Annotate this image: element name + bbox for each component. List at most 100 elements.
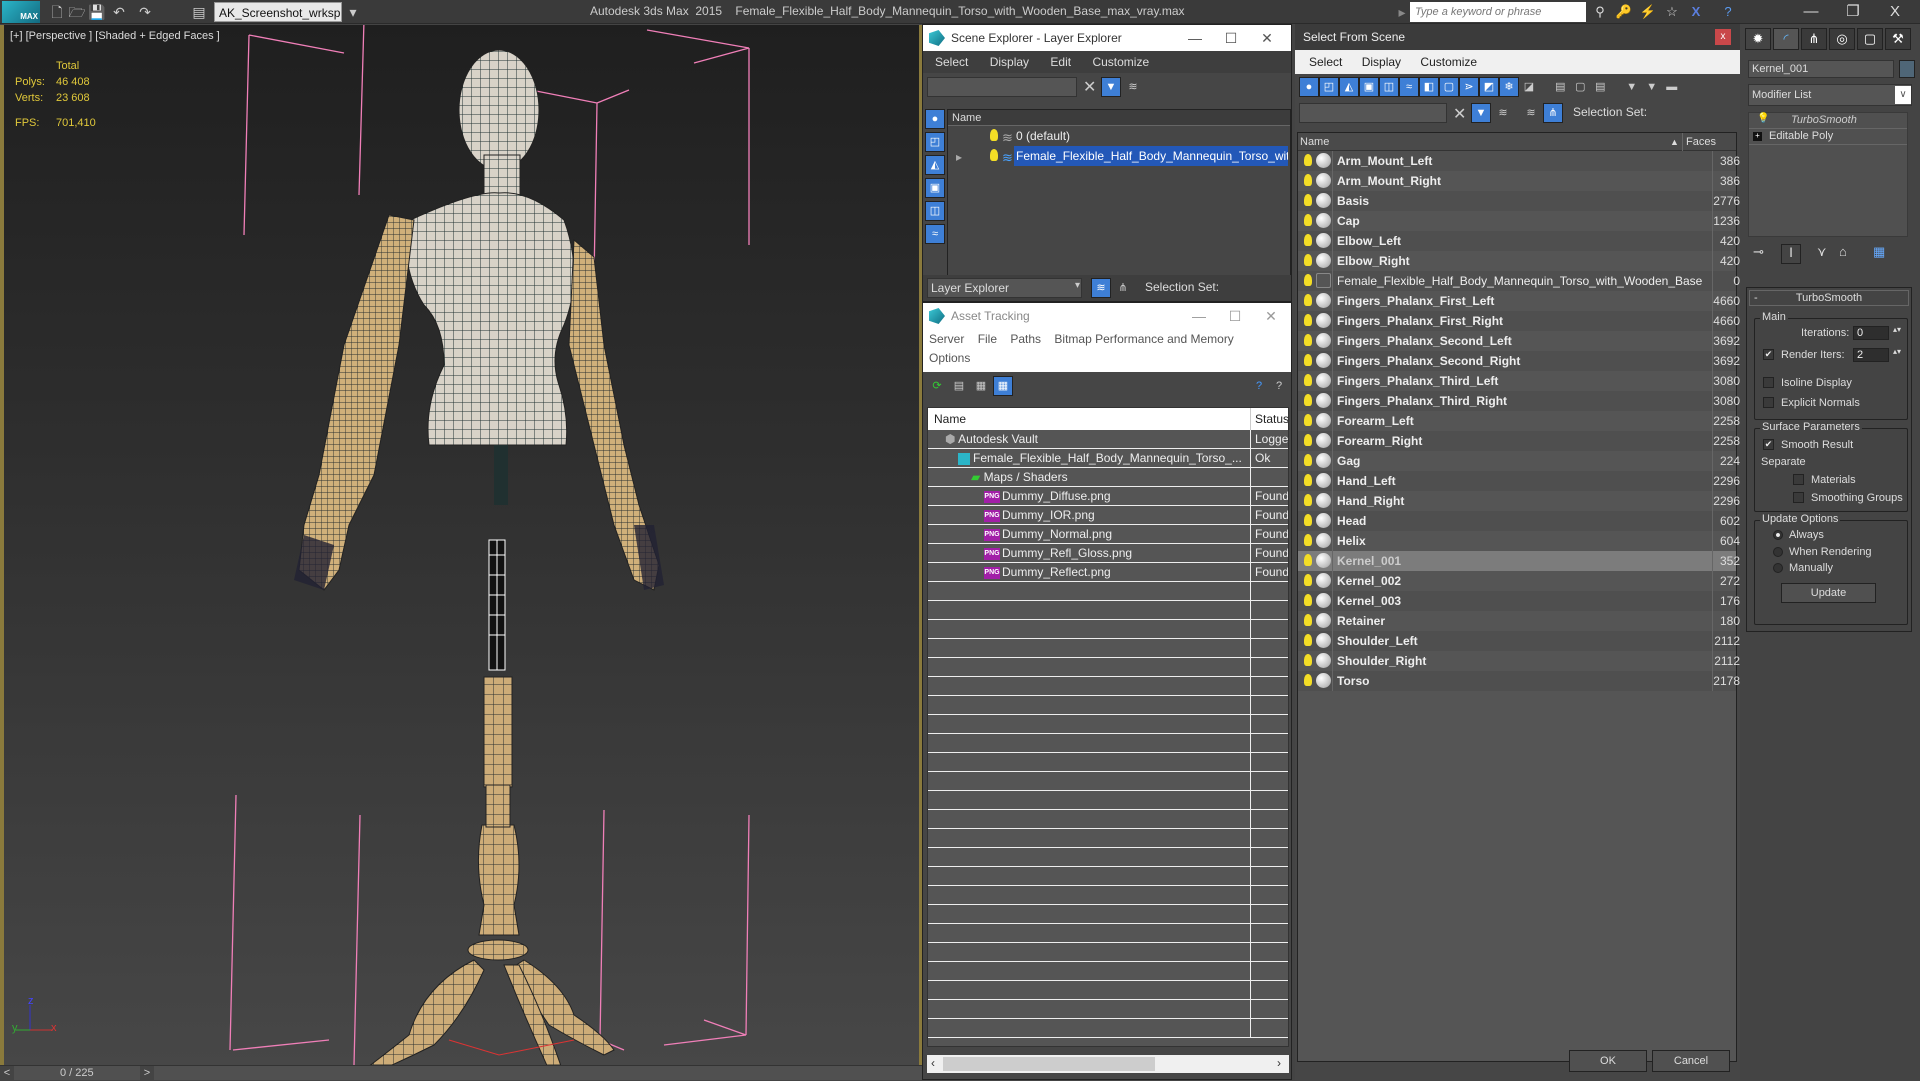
menu-edit[interactable]: Edit (1050, 55, 1071, 69)
hierarchy-tab-icon[interactable]: ⋔ (1801, 28, 1827, 50)
lightbulb-icon[interactable] (1304, 234, 1312, 246)
sort-by-layer-icon[interactable]: ≋ (1091, 278, 1111, 298)
lightbulb-icon[interactable] (1304, 494, 1312, 506)
cancel-button[interactable]: Cancel (1652, 1050, 1730, 1072)
select-from-scene-titlebar[interactable]: Select From Scene x (1295, 24, 1740, 50)
scene-explorer-search-input[interactable] (927, 77, 1077, 97)
filter-icon[interactable]: ▼ (1101, 77, 1121, 97)
redo-icon[interactable]: ↷ (136, 3, 154, 21)
scene-explorer-titlebar[interactable]: Scene Explorer - Layer Explorer — ☐ ✕ (923, 25, 1291, 51)
object-row[interactable]: Basis 2776 (1298, 191, 1740, 211)
show-end-result-icon[interactable]: Ⅰ (1781, 244, 1801, 264)
geometry-filter-icon[interactable]: ● (1299, 77, 1319, 97)
save-file-icon[interactable]: 💾 (88, 3, 106, 21)
asset-row[interactable]: PNG Dummy_IOR.png Found (928, 506, 1288, 525)
select-search-input[interactable] (1299, 103, 1447, 123)
smooth-result-checkbox[interactable]: ✔ (1763, 439, 1774, 450)
object-row[interactable]: Shoulder_Right 2112 (1298, 651, 1740, 671)
name-column-header[interactable]: Name (1300, 133, 1329, 151)
object-row[interactable]: Helix 604 (1298, 531, 1740, 551)
display-all-icon[interactable]: ▤ (1550, 77, 1570, 97)
object-row[interactable]: Hand_Left 2296 (1298, 471, 1740, 491)
configure-sets-icon[interactable]: ▦ (1873, 244, 1885, 260)
object-row[interactable]: Fingers_Phalanx_First_Right 4660 (1298, 311, 1740, 331)
table-view-icon[interactable]: ▦ (993, 376, 1013, 396)
object-row[interactable]: Fingers_Phalanx_Third_Left 3080 (1298, 371, 1740, 391)
spinner-arrows-icon[interactable]: ▴▾ (1893, 325, 1901, 334)
sort-by-layer-icon[interactable]: ≋ (1521, 103, 1541, 123)
scroll-left-icon[interactable]: ‹ (931, 1056, 935, 1070)
object-row[interactable]: Gag 224 (1298, 451, 1740, 471)
expand-search-icon[interactable]: ▸ (1393, 3, 1411, 21)
layer-row[interactable]: ≋ 0 (default) (948, 126, 1290, 146)
refresh-icon[interactable]: ⟳ (927, 376, 947, 396)
asset-row[interactable]: PNG Dummy_Diffuse.png Found (928, 487, 1288, 506)
object-row[interactable]: Elbow_Right 420 (1298, 251, 1740, 271)
minimize-button[interactable]: — (1177, 25, 1213, 51)
lightbulb-icon[interactable] (1304, 354, 1312, 366)
ok-button[interactable]: OK (1569, 1050, 1647, 1072)
lightbulb-icon[interactable] (1304, 634, 1312, 646)
undo-icon[interactable]: ↶ (110, 3, 128, 21)
object-row[interactable]: Elbow_Left 420 (1298, 231, 1740, 251)
menu-paths[interactable]: Paths (1010, 332, 1041, 346)
pin-stack-icon[interactable]: ⊸ (1753, 244, 1764, 260)
object-name-field[interactable]: Kernel_001 (1748, 60, 1894, 78)
shapes-filter-icon[interactable]: ◰ (1319, 77, 1339, 97)
layer-settings-icon[interactable]: ≋ (1123, 77, 1143, 97)
groups-filter-icon[interactable]: ◧ (1419, 77, 1439, 97)
menu-customize[interactable]: Customize (1092, 55, 1149, 69)
lightbulb-icon[interactable] (1304, 194, 1312, 206)
geometry-filter-icon[interactable]: ● (925, 109, 945, 129)
sort-by-hierarchy-icon[interactable]: ⋔ (1543, 103, 1563, 123)
motion-tab-icon[interactable]: ◎ (1829, 28, 1855, 50)
isoline-display-checkbox[interactable] (1763, 377, 1774, 388)
workspace-dropdown[interactable]: AK_Screenshot_wrksp (214, 2, 342, 22)
quick-access-menu-icon[interactable]: ▾ (344, 3, 362, 21)
asset-row[interactable]: ⬢ Autodesk VaultLogged (928, 430, 1288, 449)
menu-select[interactable]: Select (935, 55, 968, 69)
asset-row[interactable]: PNG Dummy_Reflect.png Found (928, 563, 1288, 582)
object-row[interactable]: Arm_Mount_Left 386 (1298, 151, 1740, 171)
help-icon[interactable]: ? (1718, 3, 1738, 21)
rollout-header[interactable]: - TurboSmooth (1749, 290, 1909, 306)
object-row[interactable]: Forearm_Left 2258 (1298, 411, 1740, 431)
scroll-right-icon[interactable]: › (1277, 1056, 1281, 1070)
containers-filter-icon[interactable]: ◩ (1479, 77, 1499, 97)
clear-search-icon[interactable]: ✕ (1083, 77, 1096, 97)
dropdown-arrow-icon[interactable]: ▾ (1075, 280, 1080, 291)
object-row[interactable]: Forearm_Right 2258 (1298, 431, 1740, 451)
asset-row[interactable]: Female_Flexible_Half_Body_Mannequin_Tors… (928, 449, 1288, 468)
iterations-spinner[interactable]: 0 (1853, 326, 1889, 340)
asset-row[interactable]: ▰ Maps / Shaders (928, 468, 1288, 487)
object-row[interactable]: Hand_Right 2296 (1298, 491, 1740, 511)
faces-column-header[interactable]: Faces (1682, 133, 1716, 151)
time-slider[interactable]: < 0 / 225 > (0, 1065, 922, 1081)
menu-bitmap-performance[interactable]: Bitmap Performance and Memory (1054, 332, 1233, 346)
open-file-icon[interactable]: 🗁 (68, 3, 86, 21)
spacewarps-filter-icon[interactable]: ≈ (1399, 77, 1419, 97)
sort-ascending-icon[interactable]: ▲ (1670, 133, 1679, 151)
time-slider-value[interactable]: 0 / 225 (60, 1067, 140, 1079)
lightbulb-icon[interactable] (1304, 534, 1312, 546)
remove-modifier-icon[interactable]: ⌂ (1839, 244, 1847, 259)
manually-radio[interactable] (1773, 563, 1783, 573)
spinner-arrows-icon[interactable]: ▴▾ (1893, 347, 1901, 356)
explicit-normals-checkbox[interactable] (1763, 397, 1774, 408)
asset-row[interactable]: PNG Dummy_Normal.png Found (928, 525, 1288, 544)
list-view-icon[interactable]: ▤ (949, 376, 969, 396)
render-iters-checkbox[interactable]: ✔ (1763, 349, 1774, 360)
clear-search-icon[interactable]: ✕ (1453, 104, 1466, 124)
advanced-filter-icon[interactable]: ▼ (1642, 77, 1662, 97)
lightbulb-icon[interactable] (1304, 214, 1312, 226)
lightbulb-icon[interactable] (1304, 454, 1312, 466)
menu-options[interactable]: Options (929, 351, 970, 365)
maximize-button[interactable]: ☐ (1213, 25, 1249, 51)
explorer-type-dropdown[interactable]: Layer Explorer (927, 278, 1082, 298)
maximize-button[interactable]: ☐ (1217, 303, 1253, 329)
layer-row-selected[interactable]: ▸ ≋ Female_Flexible_Half_Body_Mannequin_… (948, 146, 1290, 166)
menu-server[interactable]: Server (929, 332, 964, 346)
object-row[interactable]: Head 602 (1298, 511, 1740, 531)
lightbulb-icon[interactable] (1304, 374, 1312, 386)
name-column-header[interactable]: Name (948, 110, 1290, 126)
